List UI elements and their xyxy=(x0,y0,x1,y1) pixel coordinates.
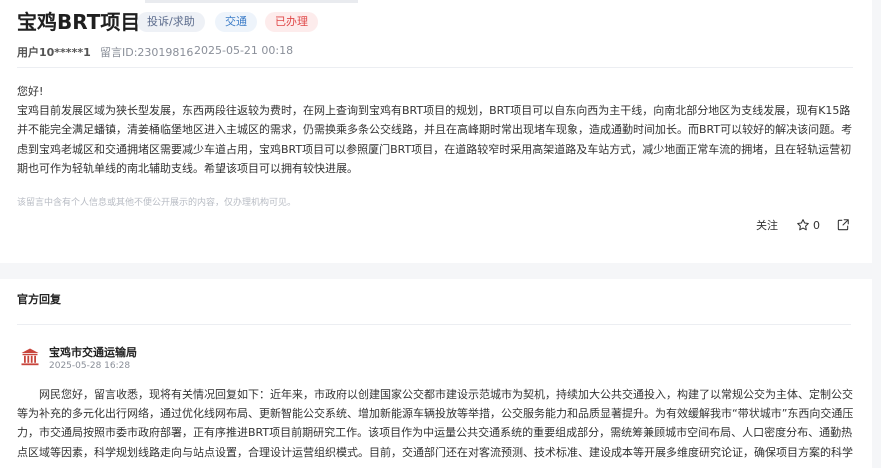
message-body: 您好! 宝鸡目前发展区域为狭长型发展，东西两段往返较为费时，在网上查询到宝鸡有B… xyxy=(17,82,855,178)
star-icon xyxy=(797,219,809,231)
message-id: 留言ID:23019816 xyxy=(100,46,194,59)
divider xyxy=(17,67,853,68)
reply-section-title: 官方回复 xyxy=(17,293,61,306)
message-greeting: 您好! xyxy=(17,85,44,98)
follow-button[interactable]: 关注 xyxy=(756,217,778,233)
privacy-notice: 该留言中含有个人信息或其他不便公开展示的内容，仅办理机构可见。 xyxy=(17,198,297,208)
government-building-icon xyxy=(21,348,39,366)
like-count: 0 xyxy=(813,218,820,232)
official-reply-card: 官方回复 宝鸡市交通运输局 2025-05-28 16:28 网民您好，留言收悉… xyxy=(0,279,872,468)
reply-org-name: 宝鸡市交通运输局 xyxy=(49,346,137,359)
like-button[interactable]: 0 xyxy=(796,217,820,233)
user-name: 用户10*****1 xyxy=(17,46,91,59)
reply-content: 网民您好，留言收悉，现将有关情况回复如下：近年来，市政府以创建国家公交都市建设示… xyxy=(17,388,854,459)
status-badge: 已办理 xyxy=(265,12,318,32)
share-icon xyxy=(837,219,849,231)
top-strip xyxy=(145,0,358,3)
message-card: 宝鸡BRT项目 投诉/求助 交通 已办理 用户10*****1 留言ID:230… xyxy=(0,0,872,263)
post-time: 2025-05-21 00:18 xyxy=(194,44,294,57)
message-content: 宝鸡目前发展区域为狭长型发展，东西两段往返较为费时，在网上查询到宝鸡有BRT项目… xyxy=(17,104,853,175)
reply-time: 2025-05-28 16:28 xyxy=(49,361,131,371)
category-tag: 投诉/求助 xyxy=(137,12,205,32)
follow-label: 关注 xyxy=(756,219,778,232)
divider xyxy=(17,324,851,325)
share-button[interactable] xyxy=(836,217,850,233)
page-title: 宝鸡BRT项目 xyxy=(17,10,141,34)
field-tag: 交通 xyxy=(215,12,257,32)
